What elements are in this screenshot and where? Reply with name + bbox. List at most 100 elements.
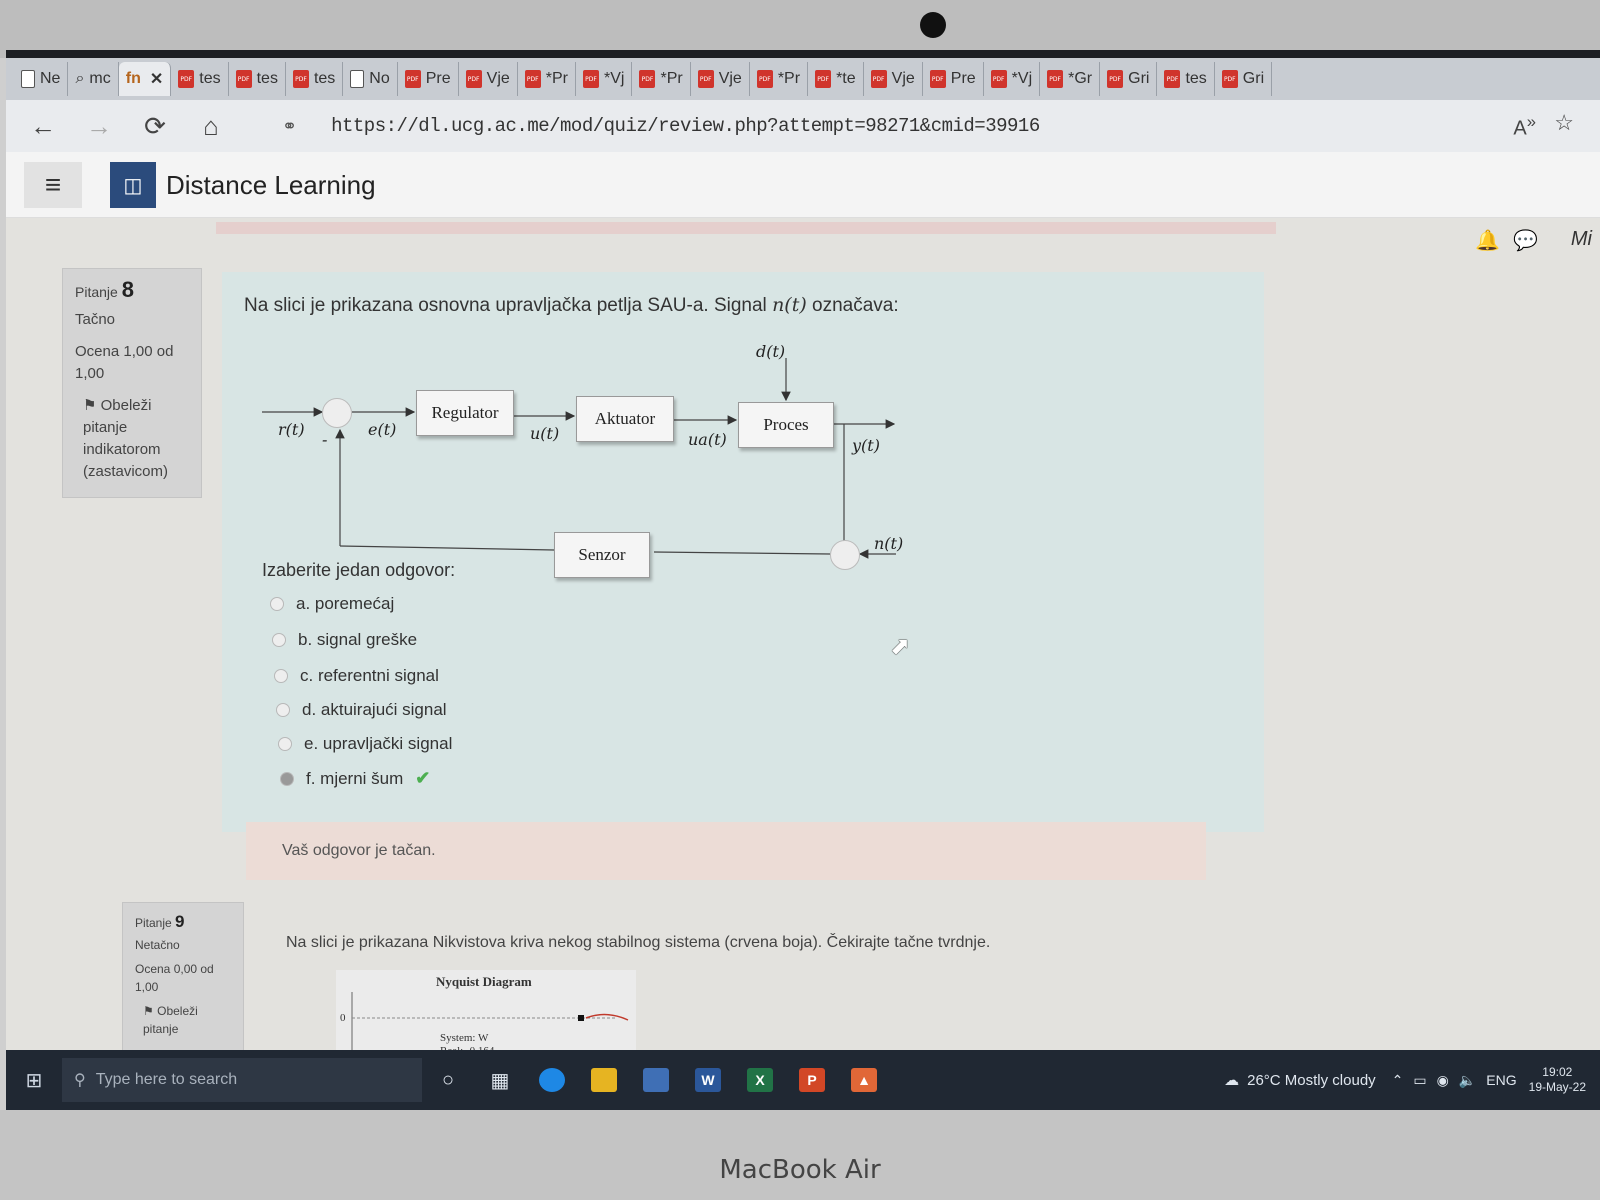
user-menu[interactable]: Mi — [1571, 228, 1592, 251]
tab-12[interactable]: PDF Vje — [691, 62, 750, 96]
tab-18[interactable]: PDF *Gr — [1040, 62, 1101, 96]
flag-question-link[interactable]: ⚑ Obeleži pitanje — [135, 1002, 231, 1038]
pdf-icon: PDF — [990, 70, 1007, 88]
forward-button[interactable]: → — [84, 111, 114, 142]
radio-f-selected[interactable] — [280, 771, 294, 786]
radio-d[interactable] — [276, 703, 290, 717]
matlab-icon[interactable]: ▲ — [838, 1060, 890, 1100]
powerpoint-icon[interactable]: P — [786, 1060, 838, 1100]
question-9-info: Pitanje 9 Netačno Ocena 0,00 od 1,00 ⚑ Ob… — [122, 902, 244, 1052]
tab-11[interactable]: PDF *Pr — [632, 62, 691, 96]
language-indicator[interactable]: ENG — [1486, 1072, 1516, 1088]
pdf-icon: PDF — [524, 70, 541, 88]
close-tab-icon[interactable]: ✕ — [150, 69, 163, 89]
notification-bell-icon[interactable]: 🔔 — [1475, 228, 1500, 253]
radio-e[interactable] — [278, 737, 292, 751]
store-icon[interactable] — [630, 1060, 682, 1100]
webcam — [920, 12, 946, 38]
option-e[interactable]: e. upravljački signal — [278, 734, 452, 754]
tab-0[interactable]: Ne — [14, 62, 69, 96]
radio-b[interactable] — [272, 633, 286, 647]
tab-4[interactable]: PDF tes — [229, 62, 286, 96]
axis-zero-label: 0 — [340, 1012, 346, 1024]
option-a[interactable]: a. poremećaj — [270, 594, 394, 614]
control-loop-diagram: Regulator Aktuator Proces Senzor r(t) - … — [256, 340, 956, 580]
read-aloud-icon[interactable]: A» — [1513, 112, 1536, 141]
windows-start-icon[interactable]: ⊞ — [6, 1068, 62, 1093]
flag-icon: ⚑ — [83, 397, 97, 414]
favorites-icon[interactable]: ☆ — [1554, 110, 1574, 136]
cloud-icon: ☁ — [1224, 1072, 1240, 1089]
question-grade: Ocena 1,00 od 1,00 — [75, 343, 174, 382]
pdf-icon: PDF — [1164, 70, 1181, 88]
pdf-icon: PDF — [292, 70, 309, 88]
excel-icon[interactable]: X — [734, 1060, 786, 1100]
edge-icon[interactable] — [526, 1060, 578, 1100]
tab-15[interactable]: PDF Vje — [864, 62, 923, 96]
question-text: Na slici je prikazana osnovna upravljačk… — [244, 294, 899, 316]
tab-8[interactable]: PDF Vje — [459, 62, 518, 96]
home-button[interactable]: ⌂ — [196, 111, 226, 142]
volume-icon[interactable]: 🔈 — [1459, 1072, 1476, 1089]
battery-icon[interactable]: ▭ — [1413, 1072, 1426, 1089]
option-f[interactable]: f. mjerni šum ✔ — [280, 768, 430, 789]
menu-button[interactable]: ≡ — [24, 162, 82, 208]
tab-14[interactable]: PDF *te — [808, 62, 864, 96]
flag-question-link[interactable]: ⚑ Obeleži pitanje indikatorom (zastavico… — [75, 395, 189, 483]
tab-20[interactable]: PDF tes — [1157, 62, 1215, 96]
network-icon[interactable]: ◉ — [1437, 1072, 1449, 1089]
site-name[interactable]: Distance Learning — [166, 170, 376, 201]
clock[interactable]: 19:02 19-May-22 — [1529, 1065, 1586, 1095]
back-button[interactable]: ← — [28, 111, 58, 142]
tab-3[interactable]: PDF tes — [171, 62, 229, 96]
tab-19[interactable]: PDF Gri — [1100, 62, 1158, 96]
option-b[interactable]: b. signal greške — [272, 630, 417, 650]
summing-junction — [322, 398, 352, 428]
tab-21[interactable]: PDF Gri — [1215, 62, 1273, 96]
pdf-icon: PDF — [404, 70, 421, 88]
radio-a[interactable] — [270, 597, 284, 611]
check-icon: ✔ — [415, 768, 431, 788]
radio-c[interactable] — [274, 669, 288, 683]
tab-5[interactable]: PDF tes — [286, 62, 344, 96]
previous-feedback-strip — [216, 222, 1276, 234]
question-grade: Ocena 0,00 od 1,00 — [135, 962, 214, 994]
tab-16[interactable]: PDF Pre — [923, 62, 984, 96]
pdf-icon: PDF — [815, 70, 832, 88]
pdf-icon: PDF — [929, 70, 946, 88]
proces-block: Proces — [738, 402, 834, 448]
label-u: u(t) — [530, 424, 560, 443]
lock-icon[interactable]: ⚭ — [282, 116, 297, 137]
question-number: Pitanje 8 — [75, 277, 134, 302]
feedback-text: Vaš odgovor je tačan. — [282, 842, 436, 859]
tab-1[interactable]: ⌕ mc — [68, 62, 119, 96]
tab-17[interactable]: PDF *Vj — [984, 62, 1041, 96]
pdf-icon: PDF — [178, 70, 195, 88]
messages-icon[interactable]: 💬 — [1513, 228, 1538, 253]
datatip-system: System: W — [440, 1032, 489, 1044]
cortana-icon[interactable]: ○ — [422, 1060, 474, 1100]
tab-7[interactable]: PDF Pre — [398, 62, 459, 96]
tab-13[interactable]: PDF *Pr — [750, 62, 809, 96]
tab-6[interactable]: No — [343, 62, 398, 96]
reload-button[interactable]: ⟳ — [140, 111, 170, 142]
word-icon[interactable]: W — [682, 1060, 734, 1100]
pdf-icon: PDF — [1221, 70, 1238, 88]
site-logo[interactable]: ◫ — [110, 162, 156, 208]
taskbar-search[interactable]: ⚲ Type here to search — [62, 1058, 422, 1102]
weather-widget[interactable]: ☁ 26°C Mostly cloudy — [1224, 1071, 1376, 1090]
url-field[interactable]: https://dl.ucg.ac.me/mod/quiz/review.php… — [331, 115, 1040, 137]
tab-active[interactable]: fn ✕ — [118, 62, 172, 96]
flag-icon: ⚑ — [143, 1004, 154, 1018]
option-d[interactable]: d. aktuirajući signal — [276, 700, 447, 720]
tab-10[interactable]: PDF *Vj — [576, 62, 633, 96]
chevron-up-icon[interactable]: ⌃ — [1392, 1072, 1404, 1089]
label-minus: - — [322, 430, 328, 449]
aktuator-block: Aktuator — [576, 396, 674, 442]
option-c[interactable]: c. referentni signal — [274, 666, 439, 686]
tab-9[interactable]: PDF *Pr — [518, 62, 577, 96]
file-explorer-icon[interactable] — [578, 1060, 630, 1100]
windows-taskbar: ⊞ ⚲ Type here to search ○ ▦ W X P ▲ ☁ 26°C… — [6, 1050, 1600, 1110]
pdf-icon: PDF — [235, 70, 252, 88]
task-view-icon[interactable]: ▦ — [474, 1060, 526, 1100]
